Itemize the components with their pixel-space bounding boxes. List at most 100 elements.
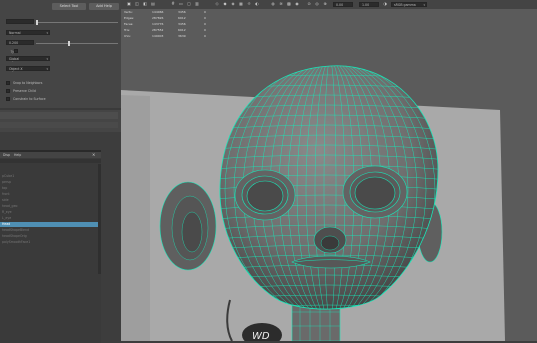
outliner-item[interactable]: front: [0, 192, 100, 197]
outliner-item[interactable]: Head: [0, 222, 100, 227]
symmetry-dropdown[interactable]: Object X ▾: [6, 66, 50, 71]
hud-value: 3456: [178, 10, 186, 14]
hud-value: 3456: [178, 22, 186, 26]
hud-label: Faces:: [124, 22, 134, 26]
outliner-item[interactable]: headShapeBlend: [0, 228, 100, 233]
outliner-item[interactable]: polySmoothFace1: [0, 240, 100, 245]
hud-row: Tris: 287552 6912 0: [124, 28, 214, 33]
hud-value: 0: [204, 28, 206, 32]
watermark-text: WD: [252, 331, 270, 341]
wireframe-on-shaded-icon[interactable]: ◈: [231, 2, 235, 6]
lights-icon[interactable]: ☼: [247, 2, 251, 6]
add-help-button[interactable]: Add Help: [89, 3, 119, 10]
slider-handle[interactable]: [68, 41, 70, 46]
hud-value: 287826: [152, 16, 164, 20]
select-tool-button[interactable]: Select Tool: [52, 3, 86, 10]
checkbox-label: Preserve Child: [13, 89, 36, 93]
hud-value: 6912: [178, 28, 186, 32]
hud-row: UVs: 149003 3639 0: [124, 34, 214, 39]
falloff-mode-dropdown[interactable]: Normal ▾: [6, 30, 50, 35]
wireframe-icon[interactable]: ◇: [215, 2, 219, 6]
ambient-occlusion-icon[interactable]: ◍: [271, 2, 275, 6]
preserve-child-checkbox[interactable]: [6, 89, 10, 93]
hud-value: 287552: [152, 28, 164, 32]
falloff-radius-slider[interactable]: [36, 43, 118, 44]
image-plane-icon[interactable]: ▤: [151, 2, 155, 6]
outliner-window: Disp Help × pCube1 persp top front side head_…: [0, 150, 101, 343]
gamma-field[interactable]: 1.00: [359, 2, 379, 7]
hud-value: 144066: [152, 10, 164, 14]
hud-label: Edges:: [124, 16, 135, 20]
slider-handle[interactable]: [36, 20, 38, 25]
view-transform-dropdown[interactable]: sRGB gamma ▾: [391, 2, 427, 7]
hud-value: 6912: [178, 16, 186, 20]
hud-value: 0: [204, 10, 206, 14]
hud-label: Verts:: [124, 10, 133, 14]
motion-blur-icon[interactable]: ≋: [279, 2, 283, 6]
hud-row: Faces: 143776 3456 0: [124, 22, 214, 27]
left-eye: [246, 180, 284, 212]
falloff-radius-field[interactable]: 0.200: [6, 40, 34, 45]
3d-viewport[interactable]: WD: [121, 0, 537, 341]
isolate-select-icon[interactable]: ⊙: [307, 2, 311, 6]
color-management-icon[interactable]: ◑: [383, 2, 387, 6]
hud-value: 0: [204, 34, 206, 38]
hud-label: Tris:: [124, 28, 131, 32]
hud-value: 149003: [152, 34, 164, 38]
outliner-item[interactable]: head_geo: [0, 204, 100, 209]
reset-checkbox[interactable]: [14, 49, 18, 53]
snap-checkbox[interactable]: [6, 81, 10, 85]
chevron-down-icon: ▾: [46, 31, 48, 35]
soft-select-slider[interactable]: [36, 22, 118, 23]
checkbox-label: Constrain to Surface: [13, 97, 46, 101]
resolution-gate-icon[interactable]: ▢: [187, 2, 191, 6]
checkbox-label: Snap to Neighbors: [13, 81, 43, 85]
divider: [0, 108, 121, 110]
chevron-down-icon: ▾: [46, 67, 48, 71]
hud-row: Verts: 144066 3456 0: [124, 10, 214, 15]
hud-value: 0: [204, 16, 206, 20]
shadows-icon[interactable]: ◐: [255, 2, 259, 6]
exposure-field[interactable]: 0.00: [333, 2, 353, 7]
chevron-down-icon: ▾: [46, 57, 48, 61]
section-header[interactable]: [0, 122, 118, 128]
outliner-item[interactable]: side: [0, 198, 100, 203]
constrain-checkbox[interactable]: [6, 97, 10, 101]
outliner-item[interactable]: R_eye: [0, 210, 100, 215]
gate-mask-icon[interactable]: ▥: [195, 2, 199, 6]
search-bar[interactable]: [0, 159, 101, 163]
hud-value: 3639: [178, 34, 186, 38]
depth-of-field-icon[interactable]: ◉: [295, 2, 299, 6]
lock-camera-icon[interactable]: ◫: [135, 2, 139, 6]
xray-joints-icon[interactable]: ⊕: [323, 2, 327, 6]
hud-label: UVs:: [124, 34, 131, 38]
viewport-toolbar: ▣ ◫ ◧ ▤ # ▭ ▢ ▥ ◇ ◆ ◈ ▦ ☼ ◐ ◍ ≋ ▩ ◉ ⊙ ◎ …: [121, 0, 537, 9]
bookmark-icon[interactable]: ◧: [143, 2, 147, 6]
viewport-scene[interactable]: WD: [121, 0, 537, 341]
outliner-item[interactable]: persp: [0, 180, 100, 185]
film-gate-icon[interactable]: ▭: [179, 2, 183, 6]
soft-select-field[interactable]: [6, 19, 34, 24]
close-icon[interactable]: ×: [92, 152, 95, 157]
falloff-type-dropdown[interactable]: Global ▾: [6, 56, 50, 61]
section-header[interactable]: [0, 112, 118, 119]
select-camera-icon[interactable]: ▣: [127, 2, 131, 6]
hud-value: 143776: [152, 22, 164, 26]
menu-help[interactable]: Help: [14, 153, 21, 157]
outliner-item[interactable]: headShapeOrig: [0, 234, 100, 239]
hud-value: 0: [204, 22, 206, 26]
chevron-down-icon: ▾: [423, 3, 425, 7]
hud-row: Edges: 287826 6912 0: [124, 16, 214, 21]
outliner-item[interactable]: top: [0, 186, 100, 191]
smooth-shade-icon[interactable]: ◆: [223, 2, 227, 6]
anti-aliasing-icon[interactable]: ▩: [287, 2, 291, 6]
xray-icon[interactable]: ◎: [315, 2, 319, 6]
outliner-item[interactable]: L_eye: [0, 216, 100, 221]
textured-icon[interactable]: ▦: [239, 2, 243, 6]
outliner-menubar: Disp Help ×: [0, 152, 101, 158]
outliner-item[interactable]: pCube1: [0, 174, 100, 179]
grid-icon[interactable]: #: [171, 2, 175, 6]
scrollbar[interactable]: [98, 164, 101, 274]
right-eye: [354, 176, 396, 210]
menu-display[interactable]: Disp: [3, 153, 10, 157]
